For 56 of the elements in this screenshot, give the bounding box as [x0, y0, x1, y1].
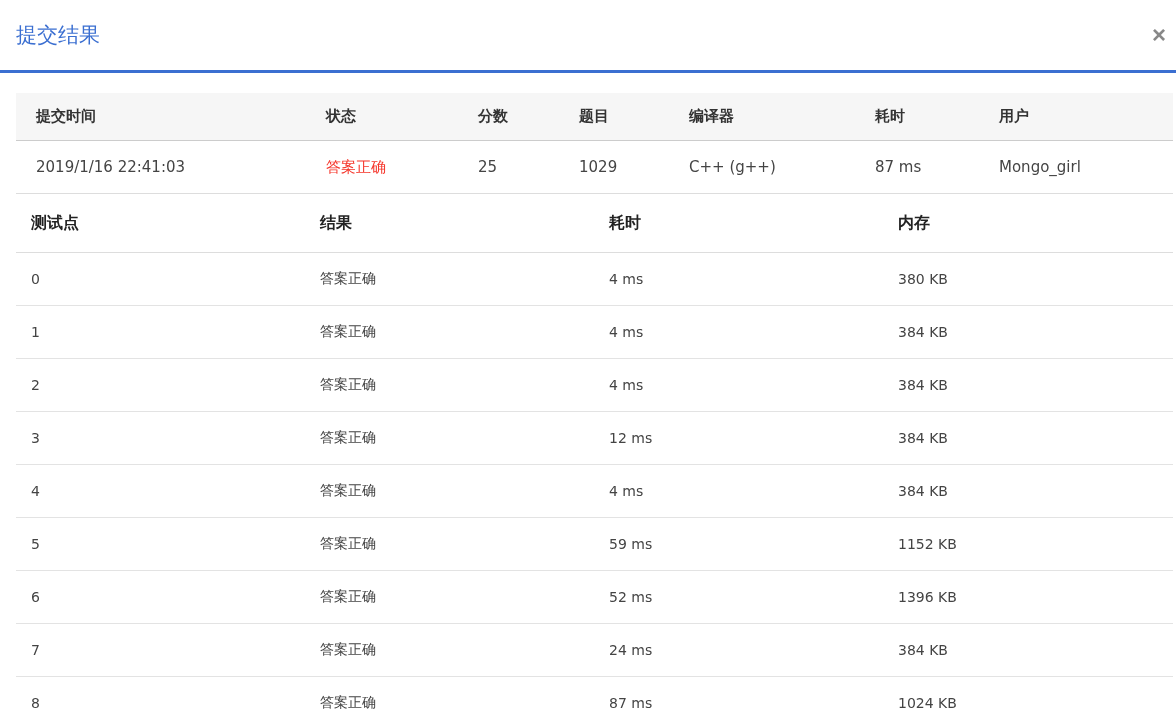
close-button[interactable]: × — [1146, 21, 1172, 49]
table-cell: 4 ms — [609, 324, 644, 340]
column-header: 分数 — [478, 107, 508, 125]
table-cell: 4 ms — [609, 377, 644, 393]
status-text: 答案正确 — [320, 482, 376, 498]
table-cell: Mongo_girl — [999, 158, 1081, 176]
status-text: 答案正确 — [320, 376, 376, 392]
table-cell: 25 — [478, 158, 498, 176]
table-cell: 380 KB — [898, 271, 948, 287]
table-cell: 6 — [31, 589, 40, 605]
column-header: 编译器 — [689, 107, 734, 125]
status-text: 答案正确 — [326, 157, 386, 176]
table-cell: 59 ms — [609, 536, 653, 552]
column-header: 耗时 — [875, 107, 905, 125]
table-cell: 384 KB — [898, 642, 948, 658]
table-cell: 52 ms — [609, 589, 653, 605]
status-text: 答案正确 — [320, 323, 376, 339]
column-header: 测试点 — [31, 212, 79, 232]
table-cell: 1396 KB — [898, 589, 957, 605]
table-cell: 384 KB — [898, 324, 948, 340]
table-cell: 4 ms — [609, 271, 644, 287]
table-cell: 3 — [31, 430, 40, 446]
column-header: 结果 — [320, 212, 352, 232]
table-cell: 7 — [31, 642, 40, 658]
table-cell: 384 KB — [898, 377, 948, 393]
table-cell: 2 — [31, 377, 40, 393]
table-cell: 4 ms — [609, 483, 644, 499]
column-header: 耗时 — [609, 212, 641, 232]
column-header: 用户 — [999, 107, 1029, 125]
table-cell: 12 ms — [609, 430, 653, 446]
table-cell: 384 KB — [898, 430, 948, 446]
table-cell: 24 ms — [609, 642, 653, 658]
table-cell: 4 — [31, 483, 40, 499]
status-text: 答案正确 — [320, 588, 376, 604]
table-cell: 1024 KB — [898, 695, 957, 711]
table-cell: 8 — [31, 695, 40, 711]
table-cell: 384 KB — [898, 483, 948, 499]
table-cell: 1152 KB — [898, 536, 957, 552]
status-text: 答案正确 — [320, 694, 376, 710]
column-header: 状态 — [326, 107, 356, 125]
column-header: 提交时间 — [36, 107, 96, 125]
table-cell: 87 ms — [875, 158, 922, 176]
table-cell: 2019/1/16 22:41:03 — [36, 158, 186, 176]
table-cell: 1 — [31, 324, 40, 340]
column-header: 内存 — [898, 212, 930, 232]
status-text: 答案正确 — [320, 270, 376, 286]
table-cell: C++ (g++) — [689, 158, 776, 176]
column-header: 题目 — [579, 107, 609, 125]
table-cell: 87 ms — [609, 695, 653, 711]
status-text: 答案正确 — [320, 535, 376, 551]
status-text: 答案正确 — [320, 429, 376, 445]
status-text: 答案正确 — [320, 641, 376, 657]
table-cell: 1029 — [579, 158, 618, 176]
table-cell: 0 — [31, 271, 40, 287]
table-cell: 5 — [31, 536, 40, 552]
dialog-title: 提交结果 — [16, 22, 100, 49]
